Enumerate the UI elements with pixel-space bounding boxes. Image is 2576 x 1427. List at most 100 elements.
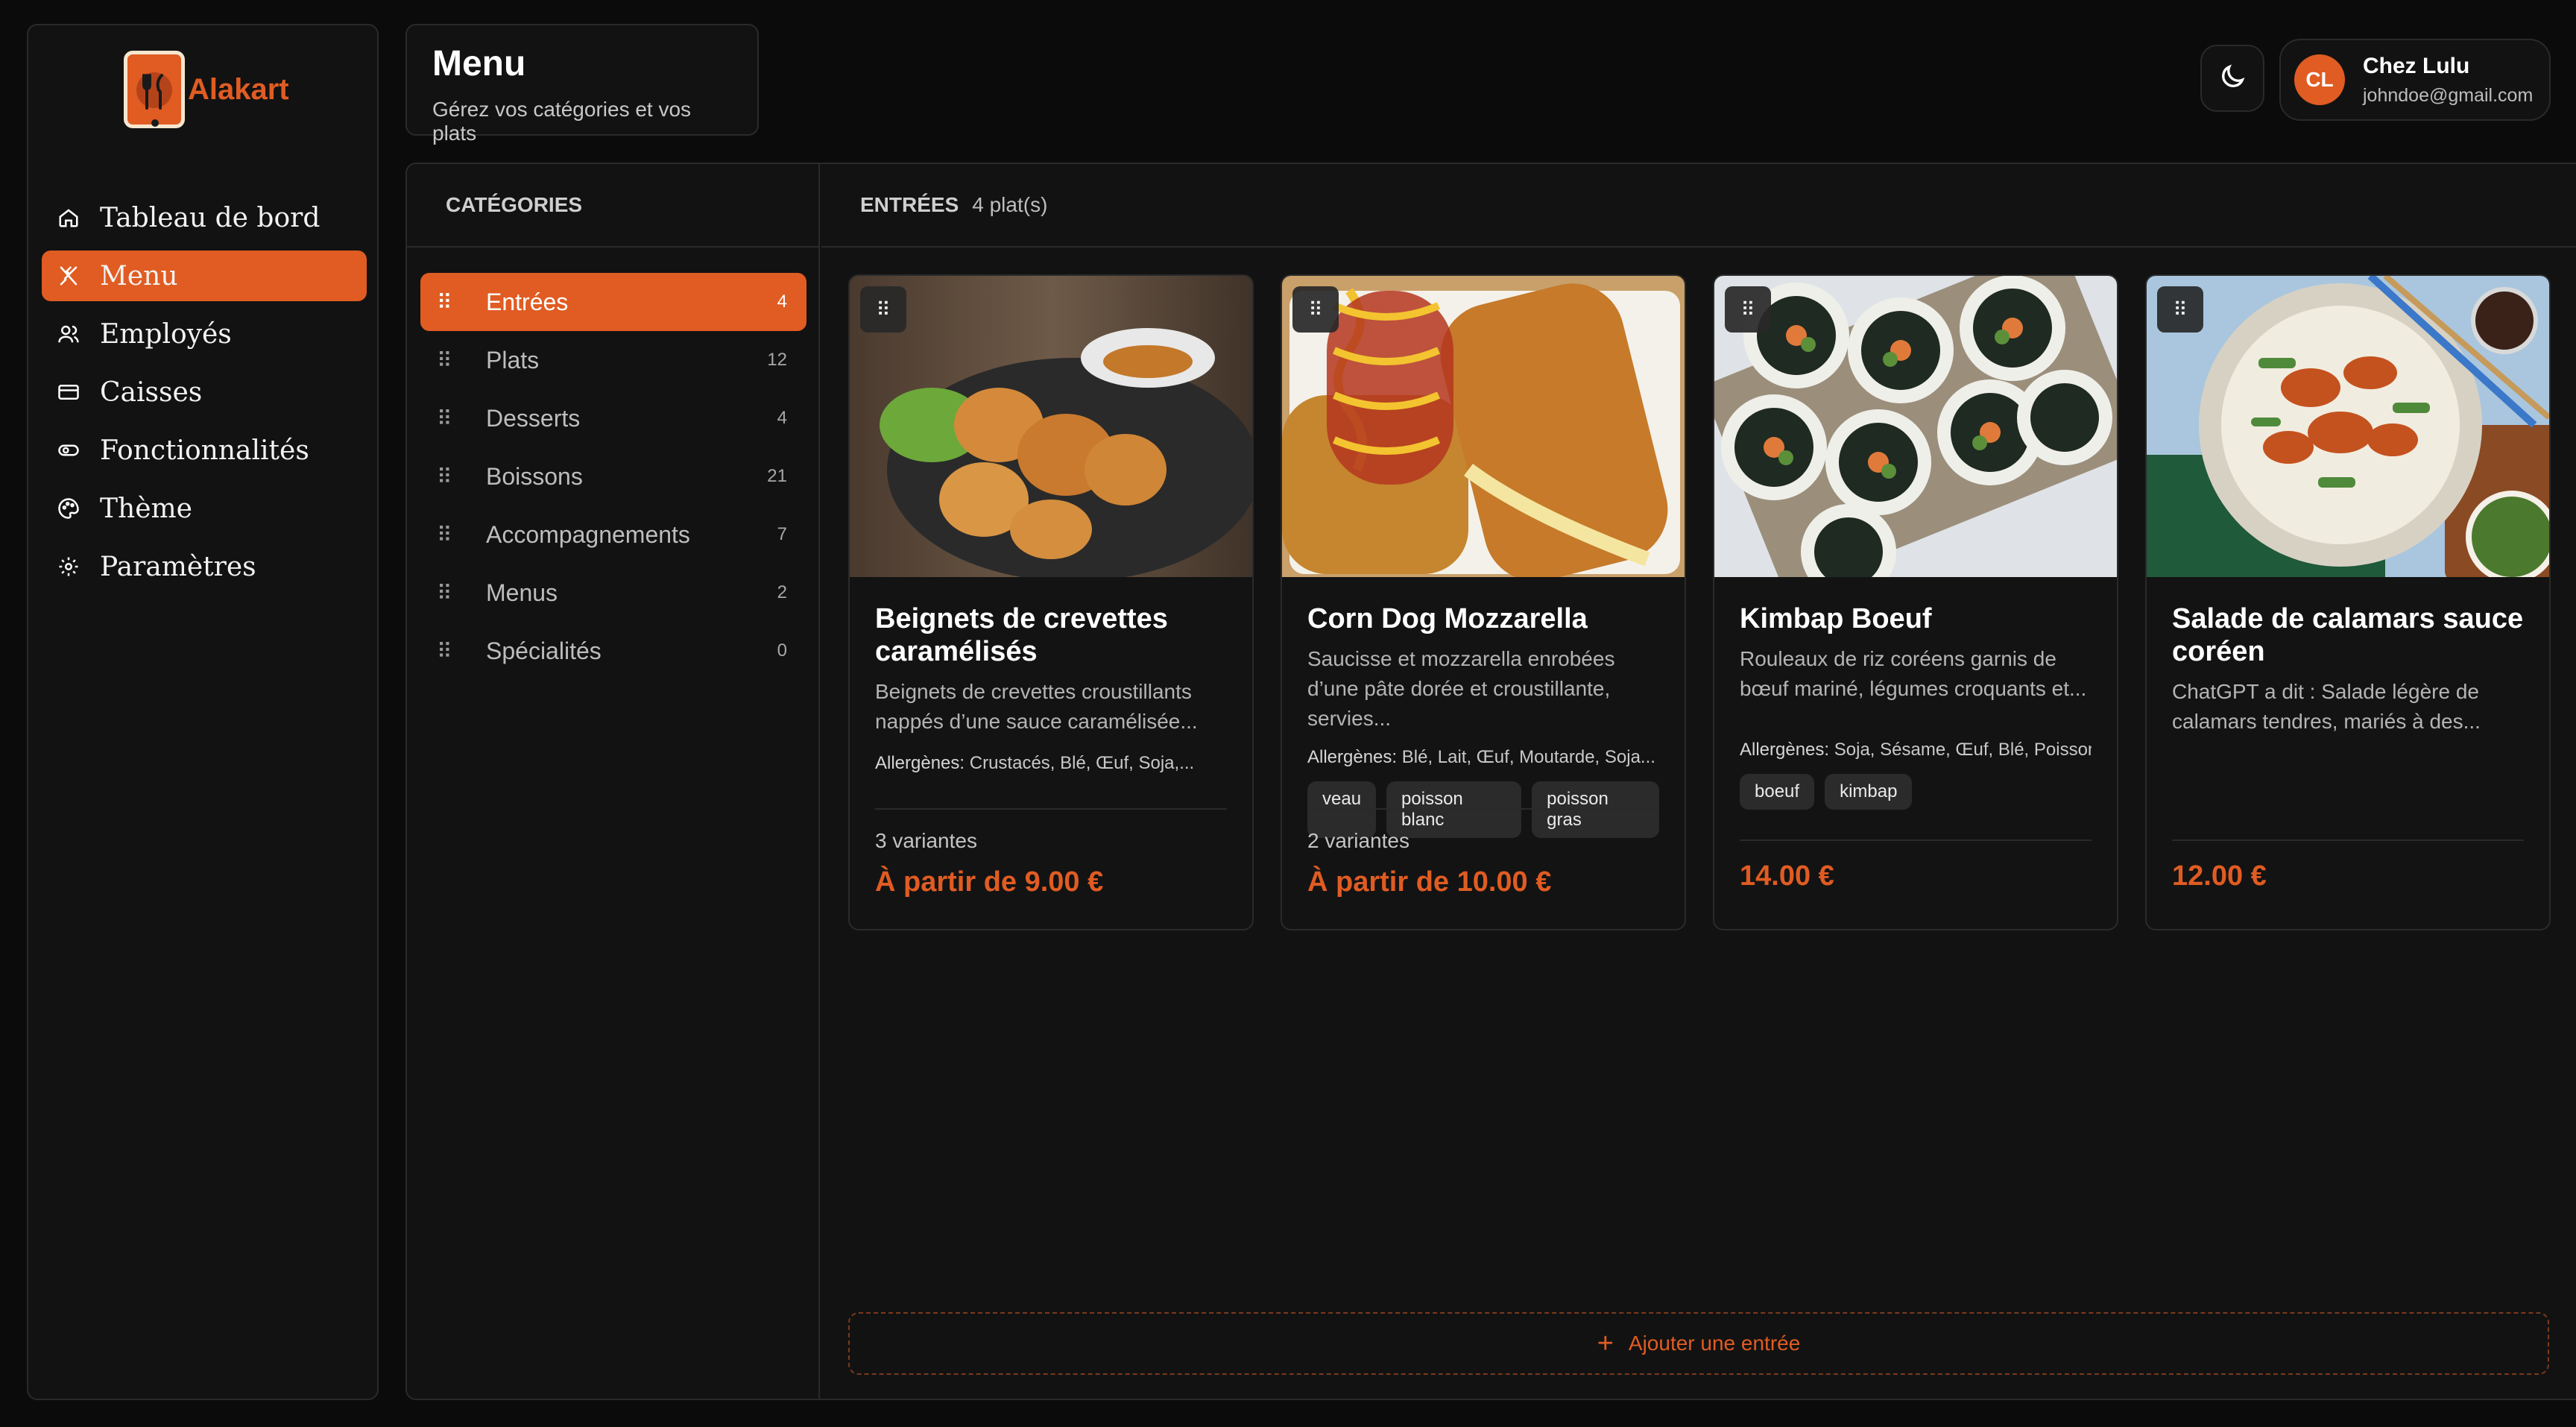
dish-tag: kimbap	[1825, 774, 1913, 810]
dish-image-kimbap: ⠿	[1714, 276, 2117, 577]
add-entree-label: Ajouter une entrée	[1628, 1332, 1801, 1355]
dish-card[interactable]: ⠿ Kimbap Boeuf Rouleaux de riz coréens g…	[1713, 274, 2118, 930]
category-name: Boissons	[486, 462, 583, 490]
sidebar-item-parametres[interactable]: Paramètres	[42, 541, 367, 592]
dish-card[interactable]: ⠿ Corn Dog Mozzarella Saucisse et mozzar…	[1281, 274, 1686, 930]
category-item-plats[interactable]: ⠿ Plats 12	[420, 331, 806, 389]
user-email: johndoe@gmail.com	[2363, 84, 2534, 106]
sidebar-item-label: Caisses	[100, 377, 203, 408]
items-heading: ENTRÉES 4 plat(s)	[821, 164, 2576, 248]
dish-card[interactable]: ⠿ Beignets de crevettes caramélisés Beig…	[848, 274, 1254, 930]
sidebar-item-label: Employés	[100, 318, 232, 350]
brand-logo[interactable]: Alakart	[124, 51, 289, 128]
dish-name: Beignets de crevettes caramélisés	[875, 603, 1168, 667]
dish-description: Beignets de crevettes croustillants napp…	[875, 680, 1198, 733]
drag-handle-icon[interactable]: ⠿	[1292, 286, 1339, 333]
dish-card-footer: 14.00 €	[1740, 839, 2092, 892]
dish-card-footer: 12.00 €	[2172, 839, 2524, 892]
sidebar-item-label: Paramètres	[100, 551, 256, 582]
plus-icon: +	[1597, 1328, 1614, 1359]
dish-allergens: Allergènes: Blé, Lait, Œuf, Moutarde, So…	[1307, 747, 1659, 768]
category-item-boissons[interactable]: ⠿ Boissons 21	[420, 447, 806, 505]
avatar: CL	[2294, 54, 2345, 105]
dish-description: Rouleaux de riz coréens garnis de bœuf m…	[1740, 647, 2087, 700]
allergens-value: Soja, Sésame, Œuf, Blé, Poisson	[1834, 740, 2092, 760]
theme-toggle-button[interactable]	[2200, 45, 2264, 112]
dish-allergens: Allergènes: Crustacés, Blé, Œuf, Soja,..…	[875, 753, 1227, 774]
sidebar-item-fonctionnalites[interactable]: Fonctionnalités	[42, 425, 367, 476]
category-item-specialites[interactable]: ⠿ Spécialités 0	[420, 622, 806, 680]
items-count: 4 plat(s)	[972, 193, 1048, 216]
sidebar-nav: Tableau de bord Menu Employés Caisses Fo…	[42, 192, 367, 599]
user-menu[interactable]: CL Chez Lulu johndoe@gmail.com	[2279, 39, 2551, 121]
palette-icon	[55, 495, 82, 522]
drag-handle-icon[interactable]: ⠿	[437, 290, 452, 315]
moon-icon	[2217, 62, 2247, 95]
allergens-label: Allergènes:	[1307, 747, 1398, 767]
sidebar-item-label: Menu	[100, 260, 178, 292]
category-name: Plats	[486, 346, 540, 374]
page-title: Menu	[432, 44, 526, 84]
drag-handle-icon[interactable]: ⠿	[2157, 286, 2203, 333]
dish-card-body: Kimbap Boeuf Rouleaux de riz coréens gar…	[1714, 577, 2117, 810]
sidebar-item-menu[interactable]: Menu	[42, 251, 367, 301]
category-item-entrees[interactable]: ⠿ Entrées 4	[420, 273, 806, 331]
user-name: Chez Lulu	[2363, 53, 2470, 78]
users-icon	[55, 321, 82, 347]
category-count: 0	[777, 640, 787, 661]
sidebar-item-theme[interactable]: Thème	[42, 483, 367, 534]
category-list: ⠿ Entrées 4 ⠿ Plats 12 ⠿ Desserts 4 ⠿ Bo…	[420, 273, 806, 680]
category-name: Menus	[486, 579, 558, 606]
sidebar-item-employes[interactable]: Employés	[42, 309, 367, 359]
dish-card-body: Corn Dog Mozzarella Saucisse et mozzarel…	[1282, 577, 1685, 838]
sidebar-item-label: Tableau de bord	[100, 202, 321, 233]
category-count: 12	[767, 350, 787, 370]
dish-price: À partir de 9.00 €	[875, 866, 1104, 898]
dish-description: ChatGPT a dit : Salade légère de calamar…	[2172, 680, 2481, 733]
tablet-logo-icon	[124, 51, 185, 128]
dish-allergens: Allergènes: Soja, Sésame, Œuf, Blé, Pois…	[1740, 740, 2092, 760]
category-count: 7	[777, 524, 787, 544]
drag-handle-icon[interactable]: ⠿	[437, 464, 452, 489]
dish-card[interactable]: ⠿ Salade de calamars sauce coréen ChatGP…	[2145, 274, 2551, 930]
category-name: Entrées	[486, 288, 569, 315]
sidebar: Alakart Tableau de bord Menu Employés Ca…	[27, 24, 379, 1400]
dish-variants: 2 variantes	[1307, 829, 1409, 852]
sidebar-item-tableau-de-bord[interactable]: Tableau de bord	[42, 192, 367, 243]
category-item-accompagnements[interactable]: ⠿ Accompagnements 7	[420, 505, 806, 564]
drag-handle-icon[interactable]: ⠿	[437, 581, 452, 605]
category-count: 2	[777, 582, 787, 602]
category-item-desserts[interactable]: ⠿ Desserts 4	[420, 389, 806, 447]
dish-variants: 3 variantes	[875, 829, 977, 852]
category-name: Accompagnements	[486, 520, 690, 548]
categories-column: CATÉGORIES ⠿ Entrées 4 ⠿ Plats 12 ⠿ Dess…	[407, 164, 820, 1399]
category-name: Desserts	[486, 404, 581, 432]
items-title: ENTRÉES	[860, 193, 959, 216]
drag-handle-icon[interactable]: ⠿	[860, 286, 906, 333]
items-column: ENTRÉES 4 plat(s) ⠿ Beignets de crevette…	[821, 164, 2576, 1399]
dish-card-footer: 2 variantes À partir de 10.00 €	[1307, 808, 1659, 898]
page-subtitle: Gérez vos catégories et vos plats	[432, 98, 692, 145]
drag-handle-icon[interactable]: ⠿	[437, 639, 452, 664]
dish-image-calamari-salad: ⠿	[2147, 276, 2549, 577]
page-header: Menu Gérez vos catégories et vos plats	[405, 24, 759, 145]
sidebar-item-caisses[interactable]: Caisses	[42, 367, 367, 418]
add-entree-button[interactable]: + Ajouter une entrée	[848, 1312, 2549, 1375]
allergens-label: Allergènes:	[1740, 740, 1830, 760]
allergens-value: Crustacés, Blé, Œuf, Soja,...	[969, 753, 1195, 773]
dish-card-footer: 3 variantes À partir de 9.00 €	[875, 808, 1227, 898]
drag-handle-icon[interactable]: ⠿	[1725, 286, 1771, 333]
category-count: 21	[767, 466, 787, 486]
menu-panel: CATÉGORIES ⠿ Entrées 4 ⠿ Plats 12 ⠿ Dess…	[405, 163, 2576, 1400]
dish-description: Saucisse et mozzarella enrobées d’une pâ…	[1307, 647, 1615, 730]
brand-name: Alakart	[188, 72, 289, 106]
drag-handle-icon[interactable]: ⠿	[437, 348, 452, 373]
dish-card-body: Salade de calamars sauce coréen ChatGPT …	[2147, 577, 2549, 737]
category-item-menus[interactable]: ⠿ Menus 2	[420, 564, 806, 622]
drag-handle-icon[interactable]: ⠿	[437, 523, 452, 547]
categories-heading: CATÉGORIES	[407, 164, 818, 248]
dish-name: Salade de calamars sauce coréen	[2172, 603, 2524, 667]
dish-price: À partir de 10.00 €	[1307, 866, 1552, 898]
dish-tags: boeuf kimbap	[1740, 774, 2092, 810]
drag-handle-icon[interactable]: ⠿	[437, 406, 452, 431]
